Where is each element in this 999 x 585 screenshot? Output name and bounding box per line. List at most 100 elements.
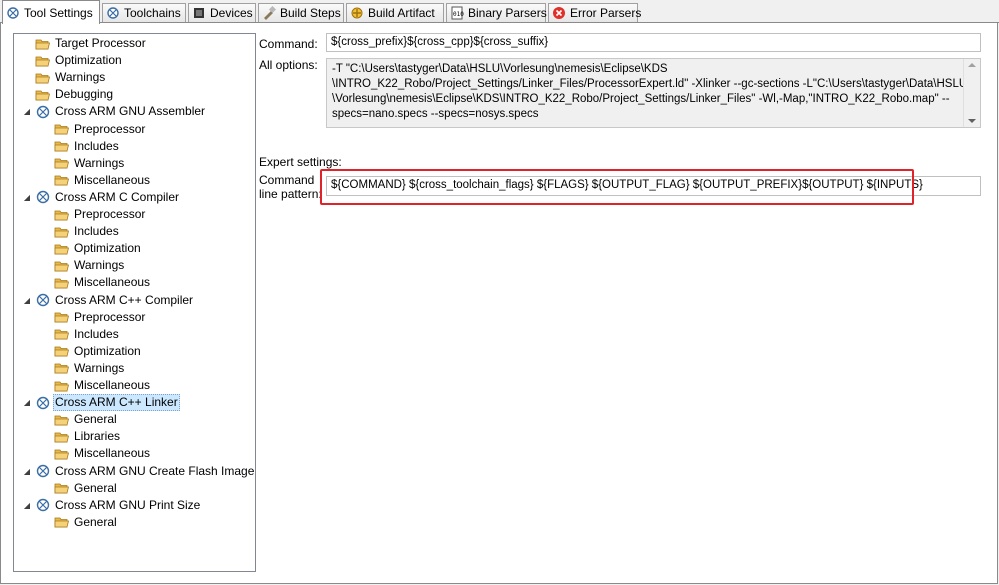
- folder-icon: [54, 343, 70, 359]
- tree-item-label: Target Processor: [55, 36, 146, 50]
- tree-item-label: Preprocessor: [74, 309, 146, 324]
- toolchains-icon: [106, 6, 120, 20]
- folder-icon: [54, 514, 70, 530]
- tool-icon: [35, 104, 51, 120]
- tree-item[interactable]: Debugging: [35, 86, 115, 103]
- tab-tool-settings[interactable]: Tool Settings: [2, 0, 100, 24]
- tree-item-label: Miscellaneous: [74, 172, 151, 187]
- expand-arrow-icon[interactable]: ◢: [22, 107, 32, 117]
- expand-arrow-icon[interactable]: ◢: [22, 398, 32, 408]
- folder-icon: [54, 429, 70, 445]
- tree-item[interactable]: General: [54, 514, 119, 531]
- all-options-line: specs=nano.specs --specs=nosys.specs: [332, 108, 539, 120]
- tree-item-label: Cross ARM GNU Print Size: [55, 497, 201, 512]
- tree-item[interactable]: Optimization: [54, 343, 143, 360]
- tab-label: Binary Parsers: [468, 6, 547, 20]
- build-artifact-icon: [350, 6, 364, 20]
- tree-item[interactable]: Warnings: [54, 155, 126, 172]
- tree-item-label: Preprocessor: [74, 207, 146, 221]
- folder-icon: [54, 446, 70, 462]
- tree-item-label: General: [74, 412, 117, 427]
- folder-icon: [54, 224, 70, 240]
- tool-settings-icon: [6, 6, 20, 20]
- tree-item-tool[interactable]: ◢ Cross ARM GNU Assembler: [24, 103, 207, 120]
- tab-label: Error Parsers: [570, 6, 642, 20]
- folder-icon: [54, 378, 70, 394]
- tree-item[interactable]: Includes: [54, 326, 121, 343]
- folder-icon: [54, 241, 70, 257]
- all-options-line: -T "C:\Users\tastyger\Data\HSLU\Vorlesun…: [332, 63, 668, 75]
- folder-icon: [54, 138, 70, 154]
- all-options-label: All options:: [259, 58, 318, 72]
- tree-item[interactable]: Includes: [54, 138, 121, 155]
- svg-text:010: 010: [453, 11, 464, 18]
- all-options-scrollbar[interactable]: [963, 59, 980, 127]
- folder-icon: [35, 87, 51, 103]
- tab-bar: Tool Settings Toolchains Devices Build S…: [0, 0, 999, 24]
- tree-item-label: Warnings: [55, 70, 106, 85]
- tree-item-label: Preprocessor: [74, 121, 146, 136]
- tree-item-tool[interactable]: ◢ Cross ARM C++ Compiler: [24, 292, 195, 309]
- tree-item[interactable]: Optimization: [54, 240, 143, 257]
- expand-arrow-icon[interactable]: ◢: [22, 466, 32, 476]
- tree-item-label: Cross ARM GNU Assembler: [55, 104, 206, 119]
- tree-item[interactable]: Target Processor: [35, 35, 148, 52]
- tree-item-label: Warnings: [74, 155, 125, 170]
- tree-item-label: Cross ARM GNU Create Flash Image: [55, 463, 255, 478]
- tree-item[interactable]: Warnings: [54, 360, 126, 377]
- tree-item-tool[interactable]: ◢ Cross ARM GNU Print Size: [24, 497, 202, 514]
- tree-item[interactable]: Miscellaneous: [54, 377, 152, 394]
- error-parsers-icon: [552, 6, 566, 20]
- scroll-up-icon[interactable]: [968, 63, 976, 67]
- build-steps-icon: [262, 6, 276, 20]
- tool-icon: [35, 189, 51, 205]
- tab-build-artifact[interactable]: Build Artifact: [346, 3, 444, 22]
- tool-icon: [35, 395, 51, 411]
- tree-item[interactable]: Miscellaneous: [54, 172, 152, 189]
- tree-item[interactable]: Miscellaneous: [54, 445, 152, 462]
- folder-icon: [54, 275, 70, 291]
- tree-item[interactable]: Preprocessor: [54, 309, 147, 326]
- tab-binary-parsers[interactable]: 010 Binary Parsers: [446, 3, 547, 22]
- expand-arrow-icon[interactable]: ◢: [22, 295, 32, 305]
- command-label: Command:: [259, 37, 318, 51]
- tree-item-label: Includes: [74, 138, 119, 153]
- tab-toolchains[interactable]: Toolchains: [102, 3, 186, 22]
- expand-arrow-icon[interactable]: ◢: [22, 500, 32, 510]
- tab-error-parsers[interactable]: Error Parsers: [548, 3, 642, 22]
- tab-devices[interactable]: Devices: [188, 3, 256, 22]
- all-options-field[interactable]: -T "C:\Users\tastyger\Data\HSLU\Vorlesun…: [326, 58, 981, 128]
- tree-item[interactable]: Warnings: [35, 69, 107, 86]
- expand-arrow-icon[interactable]: ◢: [22, 192, 32, 202]
- tree-item[interactable]: Includes: [54, 223, 121, 240]
- folder-icon: [35, 70, 51, 86]
- tree-item-label: Optimization: [55, 53, 122, 68]
- tab-label: Build Artifact: [368, 6, 435, 20]
- tree-item-tool[interactable]: ◢ Cross ARM C Compiler: [24, 189, 181, 206]
- tree-item[interactable]: Preprocessor: [54, 206, 147, 223]
- tree-item-label: Miscellaneous: [74, 378, 151, 392]
- command-line-pattern-field[interactable]: ${COMMAND} ${cross_toolchain_flags} ${FL…: [326, 176, 981, 196]
- command-field[interactable]: ${cross_prefix}${cross_cpp}${cross_suffi…: [326, 33, 981, 52]
- folder-icon: [54, 360, 70, 376]
- tab-label: Build Steps: [280, 6, 341, 20]
- tree-item-label: Miscellaneous: [74, 275, 151, 290]
- tree-item[interactable]: Miscellaneous: [54, 274, 152, 291]
- tree-item[interactable]: Warnings: [54, 257, 126, 274]
- pattern-label-line-1: Command: [259, 173, 315, 187]
- tree-item[interactable]: General: [54, 411, 119, 428]
- tree-item[interactable]: General: [54, 480, 119, 497]
- tree-item-label: Warnings: [74, 258, 125, 273]
- tool-settings-tree[interactable]: Target Processor Optimization Warnings Debu…: [13, 33, 256, 572]
- tree-item-tool[interactable]: ◢ Cross ARM GNU Create Flash Image: [24, 463, 256, 480]
- scroll-down-icon[interactable]: [968, 119, 976, 123]
- tab-build-steps[interactable]: Build Steps: [258, 3, 344, 22]
- tool-icon: [35, 497, 51, 513]
- tree-item[interactable]: Optimization: [35, 52, 124, 69]
- all-options-line: \Vorlesung\nemesis\Eclipse\KDS\INTRO_K22…: [332, 93, 950, 105]
- folder-icon: [54, 207, 70, 223]
- devices-icon: [192, 6, 206, 20]
- tree-item-tool[interactable]: ◢ Cross ARM C++ Linker: [24, 394, 180, 412]
- tree-item[interactable]: Libraries: [54, 428, 122, 445]
- tree-item[interactable]: Preprocessor: [54, 121, 147, 138]
